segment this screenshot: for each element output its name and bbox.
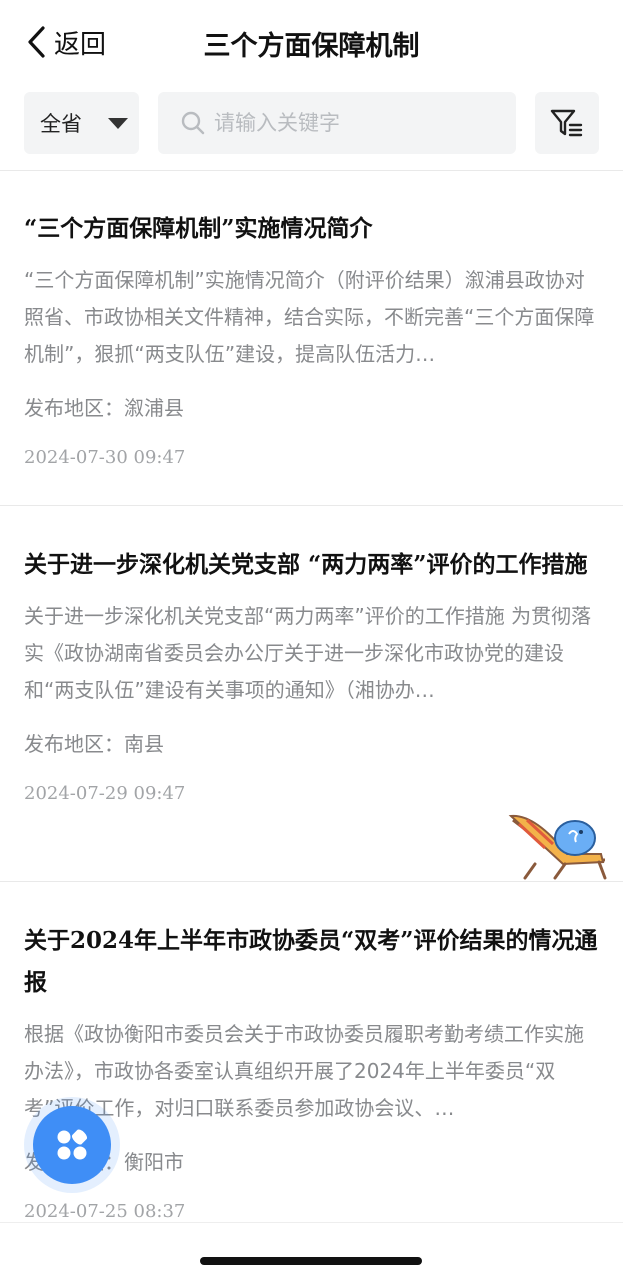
item-date: 2024-07-30 09:47 [24, 447, 186, 468]
item-title: 关于2024年上半年市政协委员“双考”评价结果的情况通报 [24, 927, 598, 996]
filter-bar: 全省 [0, 92, 623, 156]
region-dropdown-label: 全省 [40, 112, 82, 136]
page-title: 三个方面保障机制 [203, 31, 420, 62]
filter-button[interactable] [535, 92, 599, 154]
search-box[interactable] [158, 92, 516, 154]
item-region: 发布地区：南县 [24, 732, 164, 756]
filter-list-icon [550, 109, 583, 137]
item-summary: “三个方面保障机制”实施情况简介（附评价结果）溆浦县政协对照省、市政协相关文件精… [24, 268, 595, 366]
floating-menu-button[interactable] [33, 1106, 111, 1184]
item-date: 2024-07-29 09:47 [24, 783, 186, 804]
item-summary: 关于进一步深化机关党支部“两力两率”评价的工作措施 为贯彻落实《政协湖南省委员会… [24, 604, 592, 702]
triangle-down-icon [108, 117, 128, 129]
item-region: 发布地区：溆浦县 [24, 396, 184, 420]
navigation-bar: 返回 三个方面保障机制 [0, 0, 623, 84]
apps-grid-icon [57, 1129, 88, 1160]
item-title: 关于进一步深化机关党支部 “两力两率”评价的工作措施 [24, 551, 588, 578]
list-item[interactable]: 关于2024年上半年市政协委员“双考”评价结果的情况通报 根据《政协衡阳市委员会… [0, 882, 623, 1262]
article-list: “三个方面保障机制”实施情况简介 “三个方面保障机制”实施情况简介（附评价结果）… [0, 170, 623, 1262]
home-indicator [200, 1257, 422, 1265]
item-summary: 根据《政协衡阳市委员会关于市政协委员履职考勤考绩工作实施办法》，市政协各委室认真… [24, 1022, 584, 1120]
search-icon [181, 111, 205, 135]
search-input[interactable] [214, 111, 504, 135]
list-item[interactable]: “三个方面保障机制”实施情况简介 “三个方面保障机制”实施情况简介（附评价结果）… [0, 170, 623, 506]
region-dropdown[interactable]: 全省 [24, 92, 139, 154]
bottom-bar [0, 1222, 623, 1280]
mascot-deckchair-icon [508, 814, 607, 880]
item-title: “三个方面保障机制”实施情况简介 [24, 215, 373, 242]
